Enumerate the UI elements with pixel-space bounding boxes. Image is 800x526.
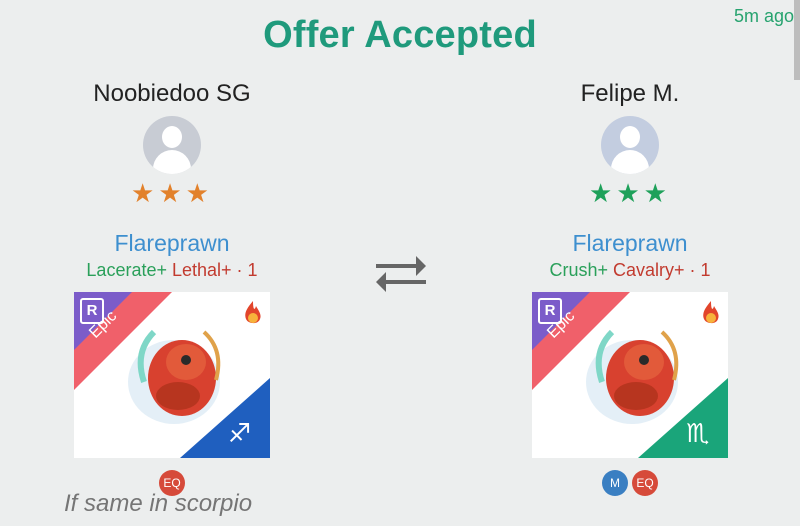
scrollbar[interactable] <box>794 0 800 80</box>
rating-stars: ★★★ <box>589 178 671 208</box>
equipped-badge: EQ <box>632 470 658 496</box>
pet-name[interactable]: Flareprawn <box>515 228 745 258</box>
pet-card[interactable]: R Epic ♏ <box>532 292 728 458</box>
username[interactable]: Felipe M. <box>515 78 745 110</box>
scorpio-icon: ♏ <box>686 418 710 448</box>
fire-icon <box>245 301 261 324</box>
swap-arrows-icon <box>376 256 426 292</box>
username[interactable]: Noobiedoo SG <box>57 78 287 110</box>
pet-traits: Lacerate+ Lethal+ · 1 <box>57 258 287 282</box>
trade-offer-right: Felipe M. ★★★ Flareprawn Crush+ Cavalry+… <box>515 78 745 498</box>
rating-stars: ★★★ <box>131 178 213 208</box>
avatar[interactable] <box>143 116 201 174</box>
trait-secondary: Lethal+ · 1 <box>172 260 258 280</box>
badge-row: M EQ <box>515 470 745 498</box>
trait-primary: Lacerate+ <box>86 260 167 280</box>
mastery-badge: M <box>602 470 628 496</box>
fire-icon <box>703 301 719 324</box>
trade-comment: If same in scorpio <box>64 490 253 517</box>
trade-offer-left: Noobiedoo SG ★★★ Flareprawn Lacerate+ Le… <box>57 78 287 498</box>
page-title: Offer Accepted <box>263 14 537 56</box>
sagittarius-icon: ♐ <box>228 418 252 448</box>
pet-traits: Crush+ Cavalry+ · 1 <box>515 258 745 282</box>
timestamp: 5m ago <box>733 6 794 26</box>
pet-name[interactable]: Flareprawn <box>57 228 287 258</box>
avatar[interactable] <box>601 116 659 174</box>
pet-card[interactable]: R Epic ♐ <box>74 292 270 458</box>
trait-primary: Crush+ <box>549 260 608 280</box>
trait-secondary: Cavalry+ · 1 <box>613 260 711 280</box>
